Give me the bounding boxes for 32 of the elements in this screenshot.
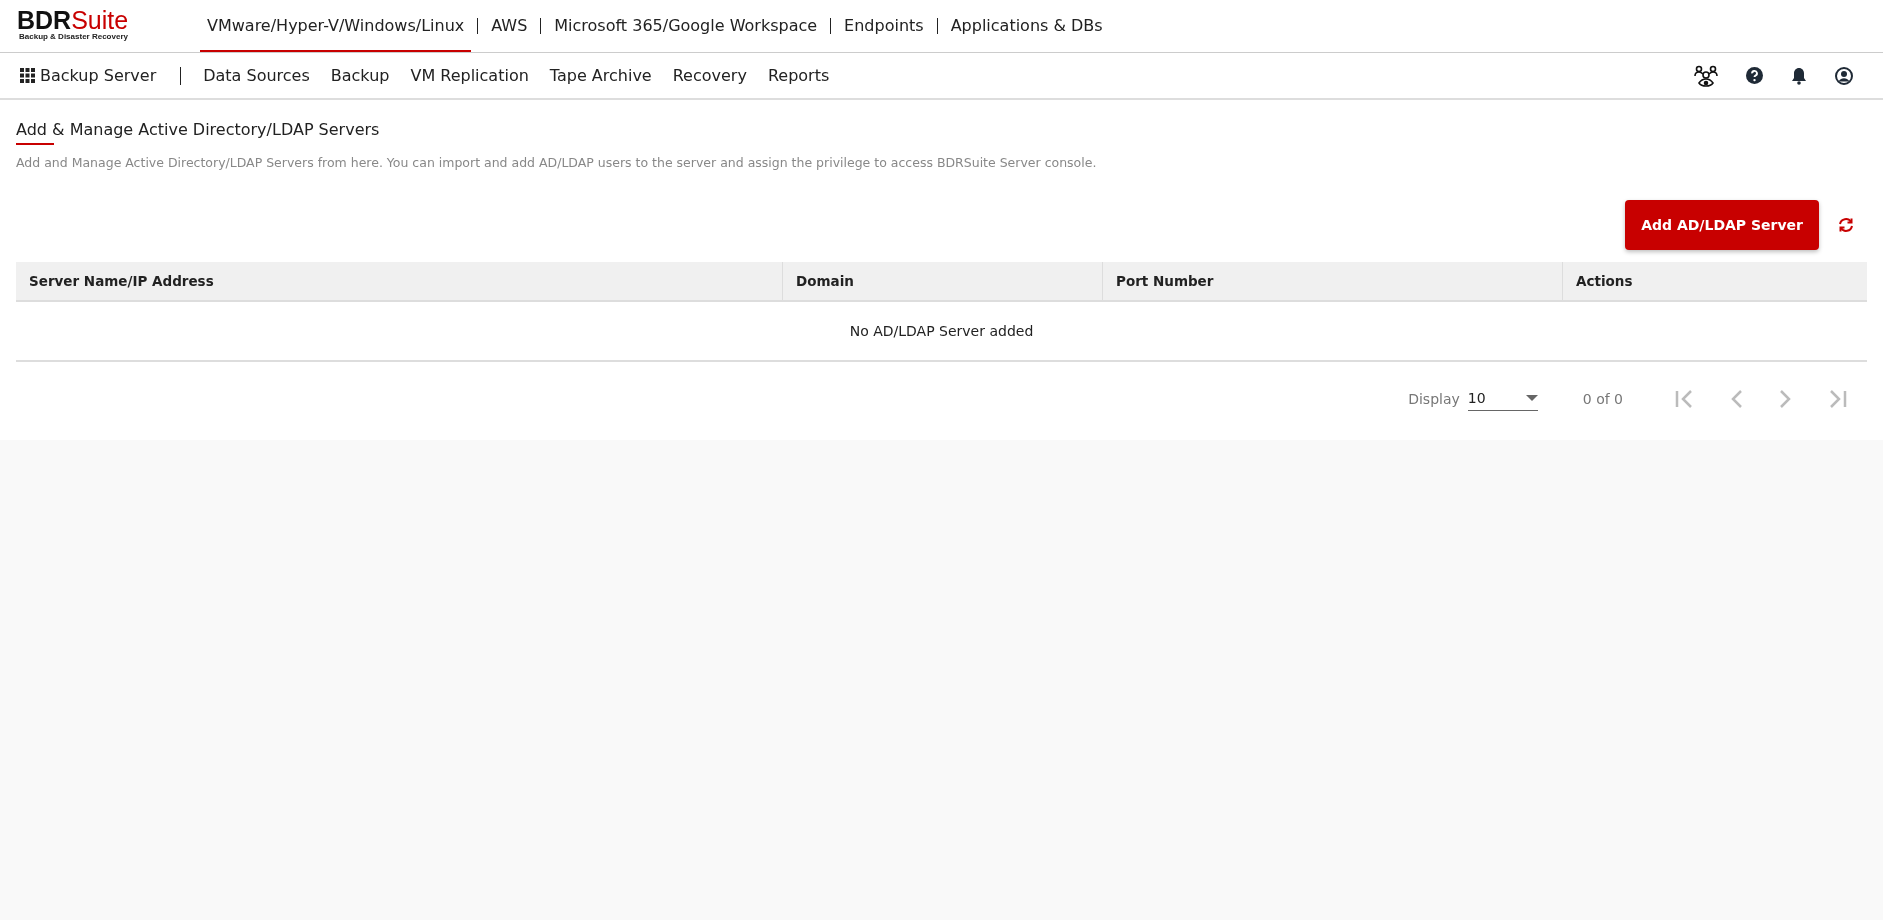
column-header: Server Name/IP Address	[28, 272, 215, 291]
logo-brand: BDR	[17, 6, 72, 34]
nav-item[interactable]: Backup	[330, 66, 390, 85]
user-icon[interactable]	[1835, 66, 1853, 85]
product-tab[interactable]: Applications & DBs	[943, 0, 1110, 52]
add-server-button[interactable]: Add AD/LDAP Server	[1625, 200, 1819, 250]
page-description: Add and Manage Active Directory/LDAP Servers from here. You can import and add AD/LDAP users to the server and assign the privilege to access BDRSuite Server console.	[16, 155, 1098, 170]
help-icon[interactable]	[1746, 67, 1763, 84]
nav-item[interactable]: VM Replication	[410, 66, 529, 85]
display-label: Display	[1408, 390, 1460, 407]
nav-item[interactable]: Tape Archive	[549, 66, 652, 85]
product-tab[interactable]: Microsoft 365/Google Workspace	[547, 0, 825, 52]
column-header: Port Number	[1102, 262, 1562, 300]
nav-item[interactable]: Recovery	[672, 66, 747, 85]
product-tab[interactable]: Endpoints	[837, 0, 931, 52]
page-range: 0 of 0	[1582, 390, 1623, 407]
server-menu[interactable]: Backup Server	[20, 66, 157, 85]
nav-item[interactable]: Reports	[767, 66, 830, 85]
users-icon[interactable]	[1694, 64, 1718, 87]
logo-brand-accent: Suite	[71, 6, 129, 34]
page-size-select[interactable]: 10	[1467, 386, 1538, 411]
column-header: Actions	[1562, 262, 1867, 300]
nav-item[interactable]: Data Sources	[203, 66, 310, 85]
refresh-icon[interactable]	[1837, 217, 1855, 233]
page-title: Add & Manage Active Directory/LDAP Servers	[16, 120, 381, 139]
logo-tagline: Backup & Disaster Recovery	[19, 32, 129, 41]
empty-message: No AD/LDAP Server added	[849, 323, 1034, 339]
caret-icon	[1525, 395, 1538, 401]
product-tab[interactable]: AWS	[484, 0, 535, 52]
column-header: Domain	[782, 262, 1102, 300]
grid-icon	[20, 68, 35, 83]
bell-icon[interactable]	[1791, 66, 1807, 85]
